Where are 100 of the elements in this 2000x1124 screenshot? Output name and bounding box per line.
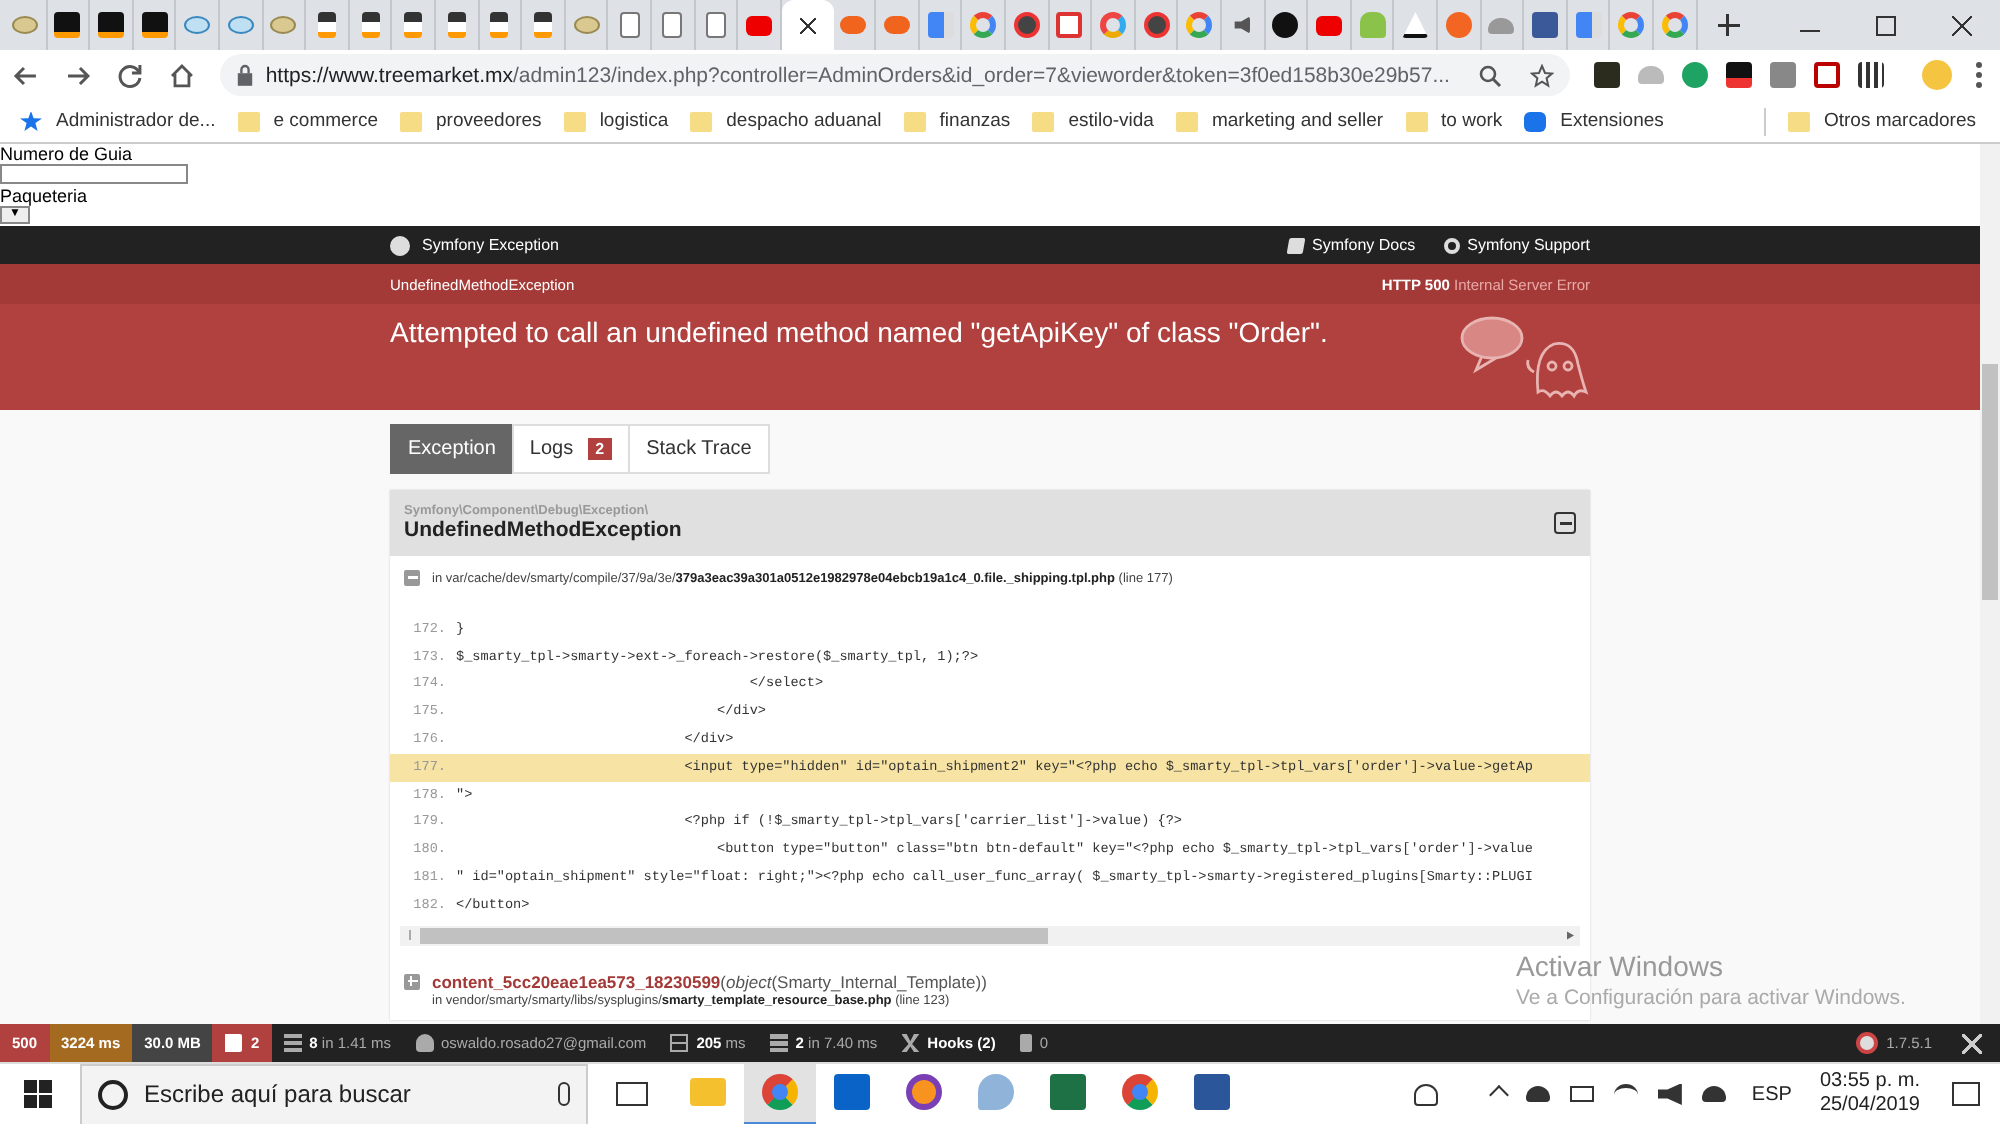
play-icon bbox=[1316, 15, 1343, 35]
site-icon bbox=[270, 16, 297, 34]
site-icon bbox=[840, 16, 867, 34]
error-message: Attempted to call an undefined method named "getApiKey" of class "Order". bbox=[390, 314, 1328, 348]
site-icon bbox=[361, 12, 380, 38]
bookmark-item[interactable]: despacho aduanal bbox=[690, 110, 882, 132]
folder-icon bbox=[1175, 111, 1198, 131]
site-icon bbox=[1272, 12, 1299, 38]
bookmark-item[interactable]: logistica bbox=[563, 110, 669, 132]
bookmark-item[interactable]: finanzas bbox=[903, 110, 1011, 132]
folder-icon bbox=[1787, 111, 1810, 131]
windows-start-icon[interactable] bbox=[24, 1080, 52, 1108]
field-label: Numero de Guia bbox=[0, 144, 135, 164]
site-icon bbox=[97, 12, 124, 38]
task-view-icon[interactable] bbox=[616, 1082, 648, 1106]
browser-icon bbox=[906, 1074, 942, 1110]
lifebuoy-icon bbox=[1443, 237, 1460, 253]
site-icon bbox=[1402, 12, 1429, 38]
activation-text: Ve a Configuración para activar Windows. bbox=[1516, 986, 1906, 1010]
folder-icon bbox=[1405, 111, 1428, 131]
bookmark-item[interactable]: Otros marcadores bbox=[1787, 110, 1976, 132]
bookmark-item[interactable]: e commerce bbox=[237, 110, 378, 132]
cloud-icon[interactable] bbox=[1701, 1086, 1726, 1102]
extension-icon[interactable] bbox=[1593, 62, 1620, 88]
battery-icon[interactable] bbox=[1569, 1086, 1594, 1102]
browser-icon bbox=[762, 1074, 798, 1110]
activation-title: Activar Windows bbox=[1516, 950, 1725, 982]
function-arguments: (object(Smarty_Internal_Template)) bbox=[720, 971, 987, 992]
vertical-scrollbar[interactable] bbox=[1980, 144, 2000, 1024]
toolbar-link[interactable]: Symfony Support bbox=[1443, 236, 1590, 254]
notification-icon[interactable] bbox=[1952, 1082, 1980, 1106]
site-icon bbox=[490, 12, 509, 38]
exception-title: UndefinedMethodException bbox=[404, 518, 682, 542]
browser-tab[interactable] bbox=[781, 0, 834, 50]
puzzle-icon bbox=[1524, 111, 1547, 131]
site-icon bbox=[533, 12, 552, 38]
address-field[interactable]: https://www.treemarket.mx/admin123/index.php?controller=AdminOrders&id_order=7&vieworder&token=3f0ed158b30e29b57... bbox=[219, 54, 1570, 96]
speaker-icon bbox=[1234, 16, 1251, 34]
folder-icon bbox=[237, 111, 260, 131]
site-icon bbox=[1013, 12, 1040, 38]
site-icon bbox=[573, 16, 600, 34]
site-icon bbox=[1445, 12, 1472, 38]
extension-icon[interactable] bbox=[1725, 62, 1752, 88]
back-icon[interactable] bbox=[12, 61, 40, 89]
close-icon[interactable] bbox=[1952, 15, 1972, 35]
close-icon[interactable] bbox=[1962, 1033, 1982, 1053]
site-icon bbox=[404, 12, 423, 38]
bookmark-item[interactable]: proveedores bbox=[400, 110, 542, 132]
speaker-icon[interactable] bbox=[1657, 1083, 1682, 1105]
clock-time[interactable]: 03:55 p. m. bbox=[1819, 1070, 1920, 1094]
toolbar-link[interactable]: Symfony Docs bbox=[1288, 236, 1416, 254]
reload-icon[interactable] bbox=[115, 61, 144, 89]
search-icon bbox=[98, 1079, 128, 1109]
search-icon[interactable] bbox=[1477, 63, 1502, 87]
bookmark-item[interactable]: estilo-vida bbox=[1032, 110, 1154, 132]
lock-icon bbox=[235, 64, 254, 86]
database-icon bbox=[769, 1034, 788, 1052]
forward-icon[interactable] bbox=[63, 61, 92, 89]
site-icon bbox=[1143, 12, 1170, 38]
toolbar-title: Symfony Exception bbox=[422, 236, 559, 254]
cloud-icon[interactable] bbox=[1525, 1086, 1550, 1102]
bookmark-item[interactable]: to work bbox=[1405, 110, 1503, 132]
taskbar-app[interactable] bbox=[744, 1063, 816, 1124]
site-icon bbox=[1531, 12, 1558, 38]
url-text: https://www.treemarket.mx/admin123/index.php?controller=AdminOrders&id_order=7&vieworder&token=3f0ed158b30e29b57... bbox=[265, 63, 1450, 87]
taskbar-search-field[interactable]: Escribe aquí para buscar bbox=[80, 1063, 588, 1124]
clock-date[interactable]: 25/04/2019 bbox=[1819, 1094, 1920, 1118]
folder-icon bbox=[1032, 111, 1055, 131]
bookmark-item[interactable]: Administrador de... bbox=[20, 110, 216, 132]
tab[interactable]: Logs 2 bbox=[511, 424, 631, 474]
restore-icon[interactable] bbox=[1876, 15, 1896, 35]
home-icon[interactable] bbox=[167, 61, 196, 89]
language-indicator[interactable]: ESP bbox=[1751, 1083, 1792, 1105]
collapse-icon[interactable] bbox=[1554, 512, 1576, 534]
site-icon bbox=[141, 12, 168, 38]
bookmark-item[interactable]: Extensiones bbox=[1524, 110, 1664, 132]
tab[interactable]: Exception bbox=[390, 424, 514, 474]
expand-icon[interactable] bbox=[404, 973, 420, 990]
function-name[interactable]: content_5cc20eae1ea573_18230599 bbox=[432, 971, 721, 992]
tracking-input-field[interactable] bbox=[0, 164, 188, 184]
g-logo-icon bbox=[1661, 12, 1688, 38]
site-icon bbox=[1056, 12, 1083, 38]
site-icon bbox=[447, 12, 466, 38]
tab[interactable]: Stack Trace bbox=[628, 424, 770, 474]
robot-icon bbox=[1359, 12, 1386, 38]
folder-icon bbox=[903, 111, 926, 131]
g-logo-icon bbox=[970, 12, 997, 38]
bookmark-item[interactable]: marketing and seller bbox=[1175, 110, 1384, 132]
site-icon bbox=[1575, 12, 1602, 38]
horizontal-scrollbar[interactable] bbox=[400, 925, 1580, 946]
search-input[interactable]: Escribe aquí para buscar bbox=[140, 1078, 546, 1110]
layers-icon bbox=[283, 1034, 302, 1052]
count-badge: 2 bbox=[587, 438, 613, 460]
site-icon bbox=[884, 16, 911, 34]
g-logo-icon bbox=[1186, 12, 1213, 38]
close-icon[interactable] bbox=[799, 17, 816, 33]
page-icon bbox=[619, 12, 640, 38]
star-icon[interactable] bbox=[1529, 63, 1554, 87]
folder-icon bbox=[400, 111, 422, 131]
browser-icon bbox=[1122, 1074, 1158, 1110]
